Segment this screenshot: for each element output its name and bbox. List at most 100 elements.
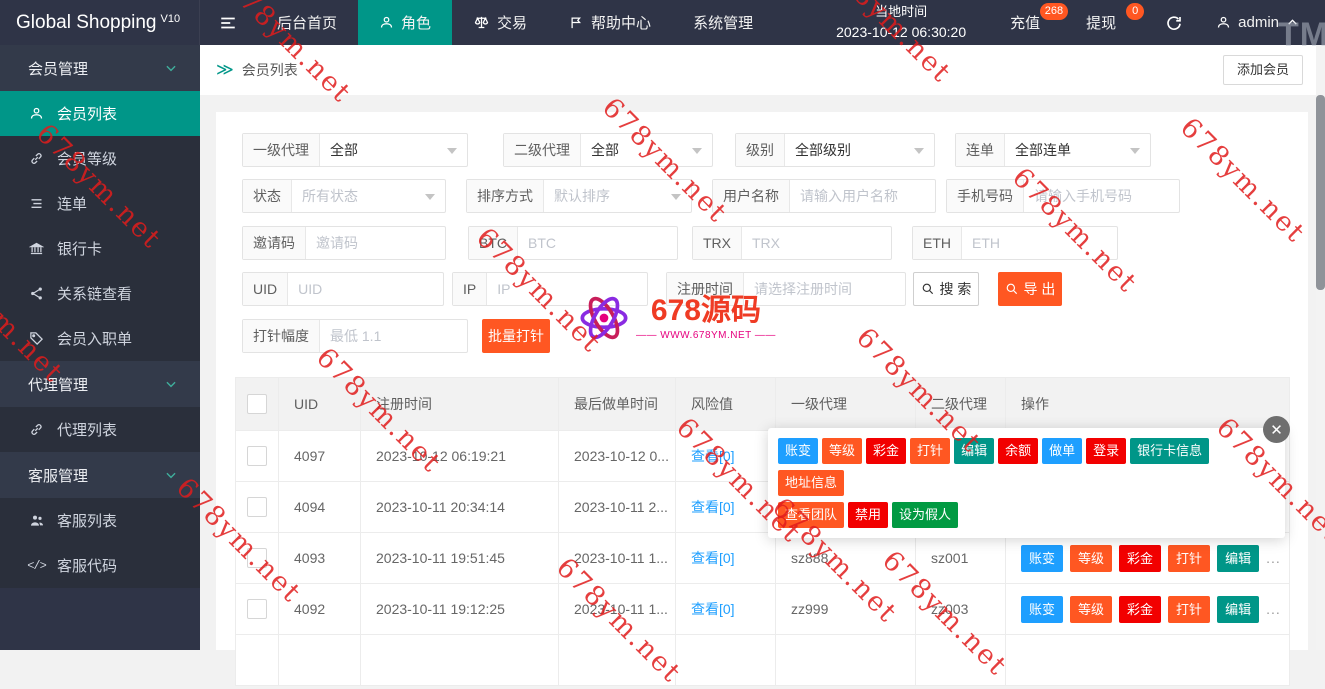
recharge-label: 充值 [1010, 15, 1041, 32]
caret-down-icon [1130, 147, 1140, 159]
op-level-button[interactable]: 等级 [1070, 595, 1113, 623]
withdraw-menu[interactable]: 提现 0 [1070, 0, 1146, 45]
sidebar-item-service-code[interactable]: </> 客服代码 [0, 543, 200, 588]
breadcrumb: 会员列表 [241, 62, 298, 78]
refresh-button[interactable] [1146, 0, 1202, 45]
sidebar-group-agents[interactable]: 代理管理 [0, 361, 200, 407]
eth-input[interactable] [962, 227, 1117, 259]
collapse-sidebar-button[interactable] [200, 0, 256, 45]
nav-item-trade[interactable]: 交易 [452, 0, 548, 45]
risk-view-link[interactable]: 查看[0] [691, 601, 735, 617]
risk-view-link[interactable]: 查看[0] [691, 448, 735, 464]
recharge-menu[interactable]: 充值 268 [994, 0, 1070, 45]
select-agent1[interactable]: 一级代理 全部 [242, 133, 468, 167]
op-account-change-button[interactable]: 账变 [1021, 595, 1064, 623]
op-level-button[interactable]: 等级 [1070, 544, 1113, 572]
add-member-button[interactable]: 添加会员 [1222, 55, 1303, 85]
popup-level-button[interactable]: 等级 [822, 438, 863, 464]
nav-item-system[interactable]: 系统管理 [672, 0, 774, 45]
sidebar: 会员管理 会员列表 会员等级 连单 银行卡 关系链查看 会员入职单 代理管理 代… [0, 45, 200, 650]
popup-disable-button[interactable]: 禁用 [848, 502, 889, 528]
inject-range-input[interactable] [320, 320, 467, 352]
sidebar-item-chain-orders[interactable]: 连单 [0, 181, 200, 226]
bank-icon [28, 241, 45, 256]
risk-view-link[interactable]: 查看[0] [691, 499, 735, 515]
nav-item-role[interactable]: 角色 [358, 0, 453, 45]
risk-view-link[interactable]: 查看[0] [691, 550, 735, 566]
sidebar-group-service[interactable]: 客服管理 [0, 452, 200, 498]
chevron-down-icon [164, 377, 178, 391]
cell-uid: 4097 [278, 430, 361, 482]
ip-field-group: IP [452, 272, 648, 306]
relation-chain-label: 关系链查看 [57, 286, 133, 303]
sidebar-item-agent-list[interactable]: 代理列表 [0, 407, 200, 452]
user-menu[interactable]: admin [1202, 0, 1325, 45]
popup-address-info-button[interactable]: 地址信息 [778, 470, 845, 496]
vertical-scrollbar[interactable] [1316, 45, 1325, 650]
regtime-input[interactable] [744, 273, 905, 305]
sidebar-item-bank-card[interactable]: 银行卡 [0, 226, 200, 271]
select-status[interactable]: 状态 所有状态 [242, 179, 446, 213]
export-button[interactable]: 导 出 [998, 272, 1062, 306]
scrollbar-thumb[interactable] [1316, 95, 1325, 290]
cell-agent1: sz888 [775, 532, 916, 584]
sidebar-group-members[interactable]: 会员管理 [0, 45, 200, 91]
search-button[interactable]: 搜 索 [913, 272, 979, 306]
phone-input[interactable] [1024, 180, 1179, 212]
nav-item-help[interactable]: 帮助中心 [548, 0, 672, 45]
trx-input[interactable] [742, 227, 891, 259]
row-checkbox[interactable] [247, 548, 267, 568]
breadcrumb-bar: ≫ 会员列表 添加会员 [200, 45, 1325, 95]
popup-view-team-button[interactable]: 查看团队 [778, 502, 845, 528]
select-agent2-value: 全部 [591, 142, 619, 158]
popup-login-button[interactable]: 登录 [1086, 438, 1127, 464]
trx-label: TRX [693, 227, 742, 259]
nav-item-home[interactable]: 后台首页 [256, 0, 358, 45]
row-checkbox[interactable] [247, 497, 267, 517]
sidebar-item-service-list[interactable]: 客服列表 [0, 498, 200, 543]
popup-bank-info-button[interactable]: 银行卡信息 [1130, 438, 1210, 464]
select-level[interactable]: 级别 全部级别 [735, 133, 935, 167]
uid-label: UID [243, 273, 289, 305]
ip-input[interactable] [487, 273, 647, 305]
popup-set-fake-button[interactable]: 设为假人 [892, 502, 959, 528]
popup-balance-button[interactable]: 余额 [998, 438, 1039, 464]
sidebar-item-member-level[interactable]: 会员等级 [0, 136, 200, 181]
popup-account-change-button[interactable]: 账变 [778, 438, 819, 464]
sidebar-item-member-list[interactable]: 会员列表 [0, 91, 200, 136]
select-all-checkbox[interactable] [247, 394, 267, 414]
popup-make-order-button[interactable]: 做单 [1042, 438, 1083, 464]
op-account-change-button[interactable]: 账变 [1021, 544, 1064, 572]
row-checkbox[interactable] [247, 599, 267, 619]
batch-inject-button[interactable]: 批量打针 [482, 319, 550, 353]
op-edit-button[interactable]: 编辑 [1217, 595, 1260, 623]
op-inject-button[interactable]: 打针 [1168, 595, 1211, 623]
op-bonus-button[interactable]: 彩金 [1119, 544, 1162, 572]
op-bonus-button[interactable]: 彩金 [1119, 595, 1162, 623]
select-status-label: 状态 [243, 180, 292, 212]
btc-input[interactable] [518, 227, 677, 259]
sidebar-item-member-entry[interactable]: 会员入职单 [0, 316, 200, 361]
op-more[interactable]: ... [1266, 601, 1281, 617]
op-inject-button[interactable]: 打针 [1168, 544, 1211, 572]
select-sort[interactable]: 排序方式 默认排序 [466, 179, 692, 213]
select-agent2[interactable]: 二级代理 全部 [503, 133, 713, 167]
sidebar-item-relation-chain[interactable]: 关系链查看 [0, 271, 200, 316]
chevron-down-icon [164, 61, 178, 75]
caret-down-icon [914, 147, 924, 159]
cell-lasttime: 2023-10-11 2... [558, 481, 676, 533]
username-input[interactable] [790, 180, 935, 212]
op-more[interactable]: ... [1266, 550, 1281, 566]
popup-edit-button[interactable]: 编辑 [954, 438, 995, 464]
popup-close-button[interactable]: ✕ [1263, 416, 1290, 443]
eth-field-group: ETH [912, 226, 1118, 260]
row-checkbox[interactable] [247, 446, 267, 466]
group-agents-label: 代理管理 [28, 376, 89, 394]
popup-bonus-button[interactable]: 彩金 [866, 438, 907, 464]
select-chain[interactable]: 连单 全部连单 [955, 133, 1151, 167]
popup-inject-button[interactable]: 打针 [910, 438, 951, 464]
invite-code-input[interactable] [306, 227, 445, 259]
select-agent1-value: 全部 [330, 142, 358, 158]
op-edit-button[interactable]: 编辑 [1217, 544, 1260, 572]
uid-input[interactable] [288, 273, 443, 305]
